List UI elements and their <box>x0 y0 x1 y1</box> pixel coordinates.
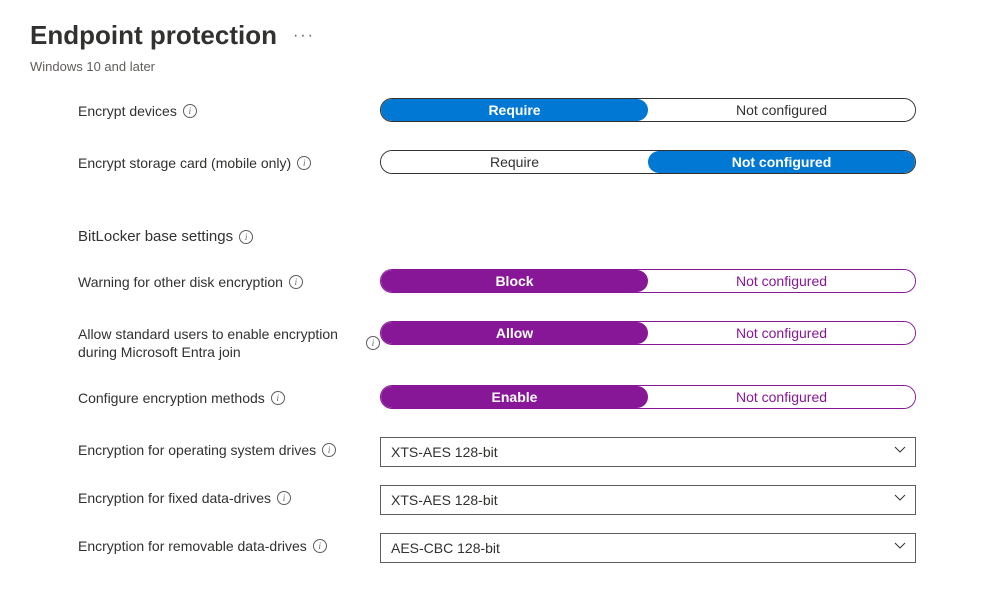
info-icon[interactable]: i <box>183 104 197 118</box>
info-icon[interactable]: i <box>289 275 303 289</box>
warning-disk-toggle[interactable]: Block Not configured <box>380 269 916 293</box>
encrypt-storage-notconfigured[interactable]: Not configured <box>648 151 915 173</box>
configure-encryption-label: Configure encryption methods <box>78 389 265 407</box>
info-icon[interactable]: i <box>277 491 291 505</box>
configure-encryption-enable[interactable]: Enable <box>381 386 648 408</box>
removable-drives-select[interactable] <box>380 533 916 563</box>
page-title: Endpoint protection <box>30 20 277 51</box>
encrypt-storage-label: Encrypt storage card (mobile only) <box>78 154 291 172</box>
fixed-drives-select[interactable] <box>380 485 916 515</box>
encrypt-devices-toggle[interactable]: Require Not configured <box>380 98 916 122</box>
allow-standard-notconfigured[interactable]: Not configured <box>648 322 915 344</box>
os-drives-label: Encryption for operating system drives <box>78 441 316 459</box>
configure-encryption-notconfigured[interactable]: Not configured <box>648 386 915 408</box>
allow-standard-label: Allow standard users to enable encryptio… <box>78 325 360 361</box>
info-icon[interactable]: i <box>297 156 311 170</box>
warning-disk-label: Warning for other disk encryption <box>78 273 283 291</box>
allow-standard-toggle[interactable]: Allow Not configured <box>380 321 916 345</box>
configure-encryption-toggle[interactable]: Enable Not configured <box>380 385 916 409</box>
warning-disk-notconfigured[interactable]: Not configured <box>648 270 915 292</box>
encrypt-devices-label: Encrypt devices <box>78 102 177 120</box>
bitlocker-section-title: BitLocker base settings <box>78 228 233 245</box>
page-subtitle: Windows 10 and later <box>30 59 961 74</box>
encrypt-devices-require[interactable]: Require <box>381 99 648 121</box>
encrypt-storage-require[interactable]: Require <box>381 151 648 173</box>
removable-drives-label: Encryption for removable data-drives <box>78 537 307 555</box>
more-icon[interactable]: ··· <box>293 27 315 45</box>
os-drives-select[interactable] <box>380 437 916 467</box>
warning-disk-block[interactable]: Block <box>381 270 648 292</box>
info-icon[interactable]: i <box>271 391 285 405</box>
encrypt-storage-toggle[interactable]: Require Not configured <box>380 150 916 174</box>
allow-standard-allow[interactable]: Allow <box>381 322 648 344</box>
info-icon[interactable]: i <box>313 539 327 553</box>
info-icon[interactable]: i <box>366 336 380 350</box>
info-icon[interactable]: i <box>239 230 253 244</box>
info-icon[interactable]: i <box>322 443 336 457</box>
fixed-drives-label: Encryption for fixed data-drives <box>78 489 271 507</box>
encrypt-devices-notconfigured[interactable]: Not configured <box>648 99 915 121</box>
